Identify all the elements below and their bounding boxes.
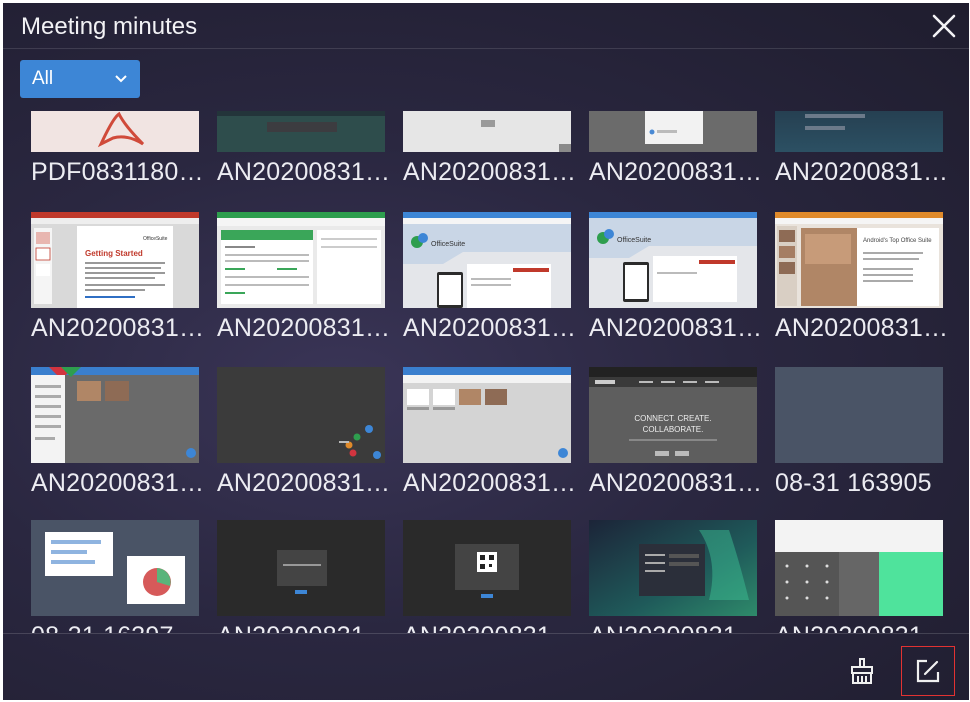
file-name: AN20200831… bbox=[589, 469, 763, 497]
doc-title-text: Getting Started bbox=[85, 249, 143, 258]
hero-text-line2: COLLABORATE. bbox=[643, 425, 704, 434]
footer-divider bbox=[3, 633, 969, 634]
file-thumbnail: OfficeSuite bbox=[589, 212, 757, 308]
file-thumbnail bbox=[589, 111, 757, 152]
file-name: AN20200831… bbox=[403, 469, 577, 497]
file-thumbnail bbox=[31, 520, 199, 616]
file-thumbnail bbox=[217, 212, 385, 308]
edit-button[interactable] bbox=[901, 646, 955, 696]
file-name: AN20200831… bbox=[403, 314, 577, 342]
broom-icon bbox=[851, 658, 873, 684]
file-thumbnail bbox=[217, 367, 385, 463]
file-thumbnail: Android's Top Office Suite bbox=[775, 212, 943, 308]
file-thumbnail: Getting Started OfficeSuite bbox=[31, 212, 199, 308]
file-name: AN20200831… bbox=[217, 314, 391, 342]
close-icon bbox=[932, 14, 956, 38]
file-thumbnail bbox=[775, 111, 943, 152]
file-name: AN20200831… bbox=[775, 314, 949, 342]
file-thumbnail: OfficeSuite bbox=[403, 212, 571, 308]
file-thumbnail bbox=[775, 367, 943, 463]
brand-text: Android's Top Office Suite bbox=[863, 238, 932, 244]
file-name: AN20200831… bbox=[403, 158, 577, 186]
file-name: 08-31 16397… bbox=[31, 622, 216, 633]
file-name: AN20200831… bbox=[775, 622, 960, 633]
file-name: AN20200831… bbox=[217, 158, 391, 186]
file-name: AN20200831… bbox=[589, 622, 774, 633]
file-thumbnail bbox=[31, 367, 199, 463]
hero-text-line1: CONNECT. CREATE. bbox=[634, 414, 711, 423]
file-name: PDF0831180… bbox=[31, 158, 204, 186]
chevron-down-icon bbox=[115, 75, 127, 83]
file-thumbnail bbox=[403, 111, 571, 152]
close-button[interactable] bbox=[929, 11, 959, 41]
file-name: AN20200831… bbox=[217, 622, 402, 633]
file-thumbnail bbox=[403, 520, 571, 616]
file-thumbnail bbox=[775, 520, 943, 616]
window-title: Meeting minutes bbox=[21, 13, 198, 40]
meeting-minutes-window: Meeting minutes All PDF0831180… AN202008… bbox=[3, 3, 969, 700]
brand-text: OfficeSuite bbox=[431, 241, 465, 248]
file-name: AN20200831… bbox=[403, 622, 588, 633]
file-thumbnail bbox=[403, 367, 571, 463]
edit-icon bbox=[916, 659, 940, 683]
file-thumbnail bbox=[31, 111, 199, 152]
filter-selected-label: All bbox=[32, 68, 54, 89]
filter-dropdown[interactable]: All bbox=[20, 60, 140, 98]
file-grid: PDF0831180… AN20200831… AN20200831… AN20… bbox=[3, 111, 969, 633]
file-name: AN20200831… bbox=[31, 314, 205, 342]
clear-button[interactable] bbox=[838, 647, 886, 695]
file-thumbnail bbox=[589, 520, 757, 616]
brand-text: OfficeSuite bbox=[143, 236, 168, 242]
file-name: 08-31 163905 bbox=[775, 469, 932, 497]
file-name: AN20200831… bbox=[775, 158, 949, 186]
file-name: AN20200831… bbox=[31, 469, 205, 497]
file-thumbnail bbox=[217, 111, 385, 152]
title-divider bbox=[3, 48, 969, 49]
file-name: AN20200831… bbox=[589, 314, 763, 342]
file-name: AN20200831… bbox=[217, 469, 391, 497]
file-name: AN20200831… bbox=[589, 158, 763, 186]
brand-text: OfficeSuite bbox=[617, 237, 651, 244]
file-thumbnail bbox=[217, 520, 385, 616]
file-thumbnail: CONNECT. CREATE. COLLABORATE. bbox=[589, 367, 757, 463]
